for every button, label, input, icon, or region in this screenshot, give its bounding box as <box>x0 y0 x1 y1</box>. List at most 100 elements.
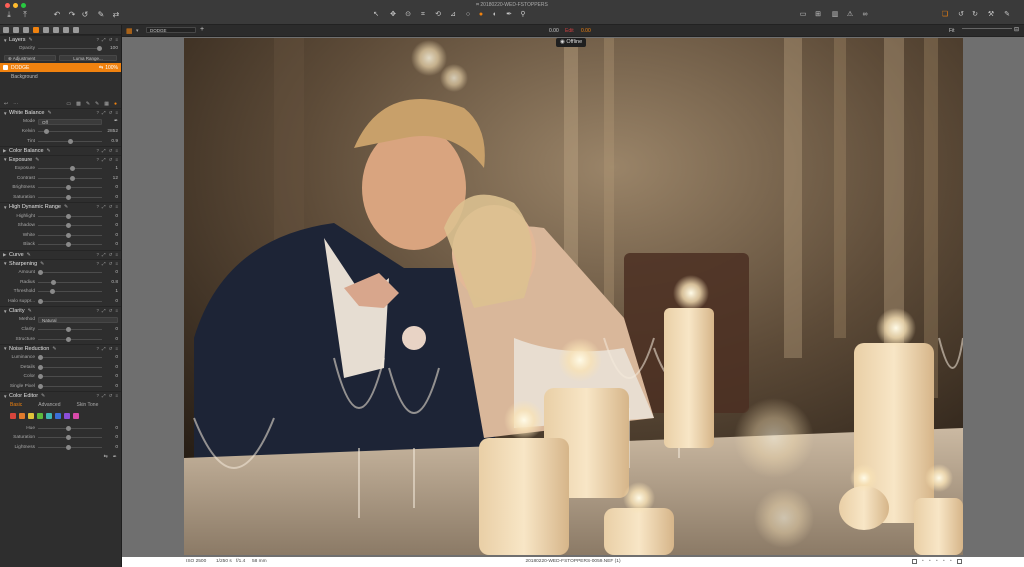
reset-icon[interactable]: ↺ <box>109 204 113 210</box>
copy-icon[interactable]: ⤢ <box>102 204 106 210</box>
spot-removal-icon[interactable]: ○ <box>463 10 473 20</box>
menu-icon[interactable]: ≡ <box>115 37 118 43</box>
adjustment-slider[interactable] <box>38 435 102 441</box>
color-swatch[interactable] <box>46 413 52 420</box>
copy-icon[interactable]: ⤢ <box>102 157 106 163</box>
rotate-left-icon[interactable]: ↺ <box>956 10 966 20</box>
adjustment-slider[interactable] <box>38 383 102 389</box>
mask-icon[interactable]: ▩ <box>76 101 81 107</box>
curve-section-header[interactable]: ▶ Curve ✎ ? ⤢ ↺ ≡ <box>0 249 121 259</box>
loupe-tool-icon[interactable]: ⊙ <box>403 10 413 20</box>
color-swatch[interactable] <box>37 413 43 420</box>
rotate-tool-icon[interactable]: ⟲ <box>433 10 443 20</box>
adjustment-slider[interactable] <box>38 326 102 332</box>
menu-icon[interactable]: ≡ <box>115 261 118 267</box>
details-tab-icon[interactable] <box>53 27 59 33</box>
copy-icon[interactable]: ⤢ <box>102 252 106 258</box>
exposure-warning-icon[interactable]: ⚠ <box>845 10 855 20</box>
gradient-mask-icon[interactable]: ◐ <box>490 10 500 20</box>
help-icon[interactable]: ? <box>96 37 99 43</box>
copy-icon[interactable]: ⤢ <box>102 261 106 267</box>
pan-tool-icon[interactable]: ✥ <box>388 10 398 20</box>
export-icon[interactable]: ⤒ <box>20 10 30 20</box>
copy-icon[interactable]: ⤢ <box>102 308 106 314</box>
picture-icon[interactable]: ▭ <box>66 101 71 107</box>
color-swatch[interactable] <box>55 413 61 420</box>
adjustment-slider[interactable] <box>38 279 102 285</box>
adjustment-slider[interactable] <box>38 444 102 450</box>
redo-icon[interactable]: ↷ <box>67 10 77 20</box>
help-icon[interactable]: ? <box>96 252 99 258</box>
menu-icon[interactable]: ≡ <box>115 252 118 258</box>
photo[interactable] <box>184 38 963 555</box>
fill-icon[interactable]: ● <box>114 101 117 107</box>
adjustment-slider[interactable] <box>38 185 102 191</box>
help-icon[interactable]: ? <box>96 308 99 314</box>
eyedropper-icon[interactable]: ✒ <box>113 454 117 460</box>
copy-apply-icon[interactable]: ⇄ <box>111 10 121 20</box>
color-swatch[interactable] <box>73 413 79 420</box>
reset-icon[interactable]: ↺ <box>109 252 113 258</box>
reset-icon[interactable]: ↺ <box>109 393 113 399</box>
rotate-right-icon[interactable]: ↻ <box>970 10 980 20</box>
color-swatch[interactable] <box>64 413 70 420</box>
eyedropper-icon[interactable]: ✒ <box>102 119 118 124</box>
adjustment-slider[interactable] <box>38 166 102 172</box>
layers-section-header[interactable]: ▼ Layers ✎ ? ⤢ ↺ ≡ <box>0 35 121 44</box>
color-editor-section-header[interactable]: ▼ Color Editor ✎ ? ⤢ ↺ ≡ <box>0 391 121 400</box>
help-icon[interactable]: ? <box>96 346 99 352</box>
color-tag-icon[interactable] <box>957 559 962 564</box>
copy-icon[interactable]: ⤢ <box>102 346 106 352</box>
adjustments-tab-icon[interactable] <box>33 27 39 33</box>
erase-icon[interactable]: ✎ <box>95 101 99 107</box>
checkbox-icon[interactable] <box>912 559 917 564</box>
metadata-tab-icon[interactable] <box>63 27 69 33</box>
add-layer-icon[interactable]: + <box>200 26 204 33</box>
tab-basic[interactable]: Basic <box>10 402 22 408</box>
crop-tool-icon[interactable]: ⌗ <box>418 10 428 20</box>
gradient-icon[interactable]: ▦ <box>104 101 109 107</box>
reset-icon[interactable]: ↺ <box>109 110 113 116</box>
clarity-method-dropdown[interactable]: Natural <box>38 316 118 323</box>
adjustment-slider[interactable] <box>38 289 102 295</box>
wb-mode-dropdown[interactable]: Off <box>38 118 102 125</box>
exposure-section-header[interactable]: ▼ Exposure ✎ ? ⤢ ↺ ≡ <box>0 154 121 164</box>
expand-icon[interactable]: ⊟ <box>1014 26 1019 33</box>
help-icon[interactable]: ? <box>96 261 99 267</box>
settings-icon[interactable]: ✎ <box>1002 10 1012 20</box>
reset-icon[interactable]: ↺ <box>109 308 113 314</box>
adjustment-slider[interactable] <box>38 175 102 181</box>
auto-adjust-icon[interactable]: ✎ <box>96 10 106 20</box>
adjustment-slider[interactable] <box>38 195 102 201</box>
reset-icon[interactable]: ↺ <box>109 37 113 43</box>
variants-icon[interactable]: ❏ <box>940 10 950 20</box>
luma-range-button[interactable]: Luma Range... <box>59 55 117 62</box>
compare-icon[interactable]: ▥ <box>830 10 840 20</box>
help-icon[interactable]: ? <box>96 393 99 399</box>
menu-icon[interactable]: ≡ <box>115 393 118 399</box>
adjustment-slider[interactable] <box>38 355 102 361</box>
copy-icon[interactable]: ⤢ <box>102 110 106 116</box>
adjustment-dropdown[interactable]: ⊕ Adjustment <box>4 55 56 62</box>
rating-dots[interactable]: • • • • • <box>922 557 954 567</box>
adjustment-slider[interactable] <box>38 374 102 380</box>
color-picker-icon[interactable]: ✒ <box>504 10 514 20</box>
layer-item-dodge[interactable]: DODGE ⇆ 100% <box>0 63 121 73</box>
adjustment-slider[interactable] <box>38 298 102 304</box>
layer-checkbox-icon[interactable] <box>3 65 8 71</box>
undo-icon[interactable]: ↶ <box>52 10 62 20</box>
color-swatch[interactable] <box>28 413 34 420</box>
help-icon[interactable]: ? <box>96 148 99 154</box>
back-icon[interactable]: ↩ <box>4 101 8 107</box>
adjustment-slider[interactable] <box>38 336 102 342</box>
tab-skin-tone[interactable]: Skin Tone <box>76 402 98 408</box>
capture-tab-icon[interactable] <box>13 27 19 33</box>
reset-icon[interactable]: ↺ <box>109 261 113 267</box>
sharpening-section-header[interactable]: ▼ Sharpening ✎ ? ⤢ ↺ ≡ <box>0 258 121 268</box>
help-icon[interactable]: ? <box>96 110 99 116</box>
white-balance-picker-icon[interactable]: ⚲ <box>518 10 528 20</box>
import-icon[interactable]: ⤓ <box>4 10 14 20</box>
white-balance-section-header[interactable]: ▼ White Balance ✎ ? ⤢ ↺ ≡ <box>0 108 121 117</box>
menu-icon[interactable]: ≡ <box>115 308 118 314</box>
clarity-section-header[interactable]: ▼ Clarity ✎ ? ⤢ ↺ ≡ <box>0 306 121 315</box>
